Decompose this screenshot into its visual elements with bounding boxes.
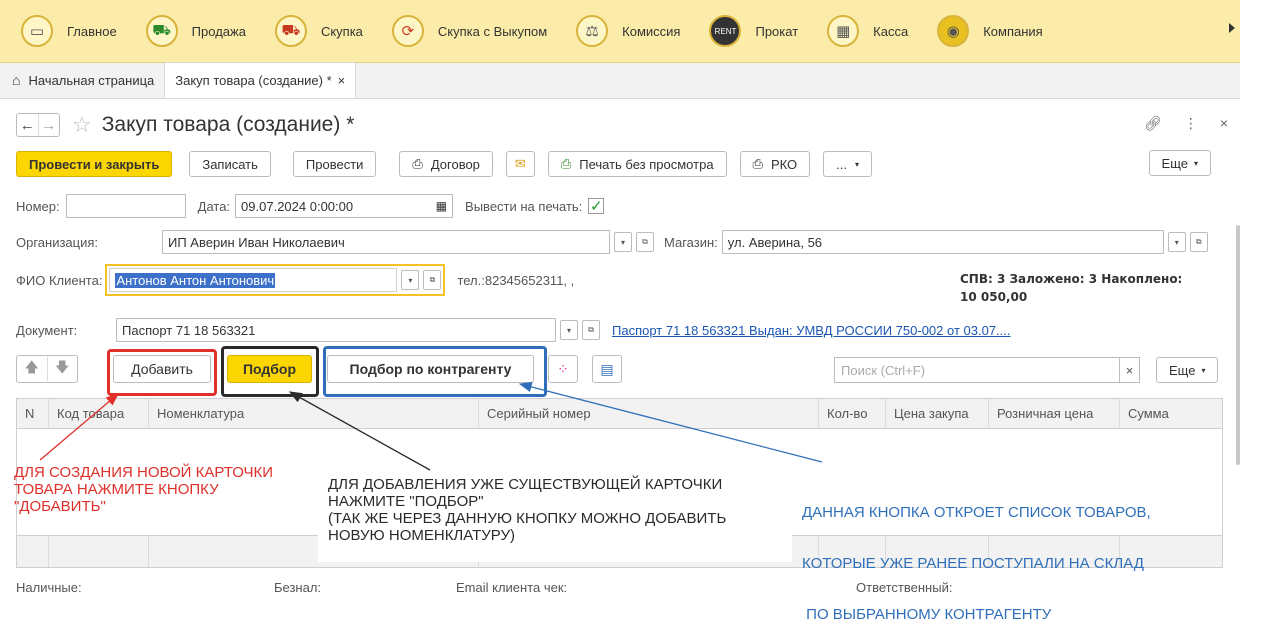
- annotation-red-text: ДЛЯ СОЗДАНИЯ НОВОЙ КАРТОЧКИ ТОВАРА НАЖМИ…: [14, 464, 274, 515]
- black-arrow: [288, 391, 431, 471]
- annotation-blue-text: ДАННАЯ КНОПКА ОТКРОЕТ СПИСОК ТОВАРОВ, КО…: [802, 504, 1151, 623]
- blue-arrow: [518, 381, 823, 463]
- annotation-black-text: ДЛЯ ДОБАВЛЕНИЯ УЖЕ СУЩЕСТВУЮЩЕЙ КАРТОЧКИ…: [318, 476, 792, 562]
- red-arrow: [39, 393, 119, 461]
